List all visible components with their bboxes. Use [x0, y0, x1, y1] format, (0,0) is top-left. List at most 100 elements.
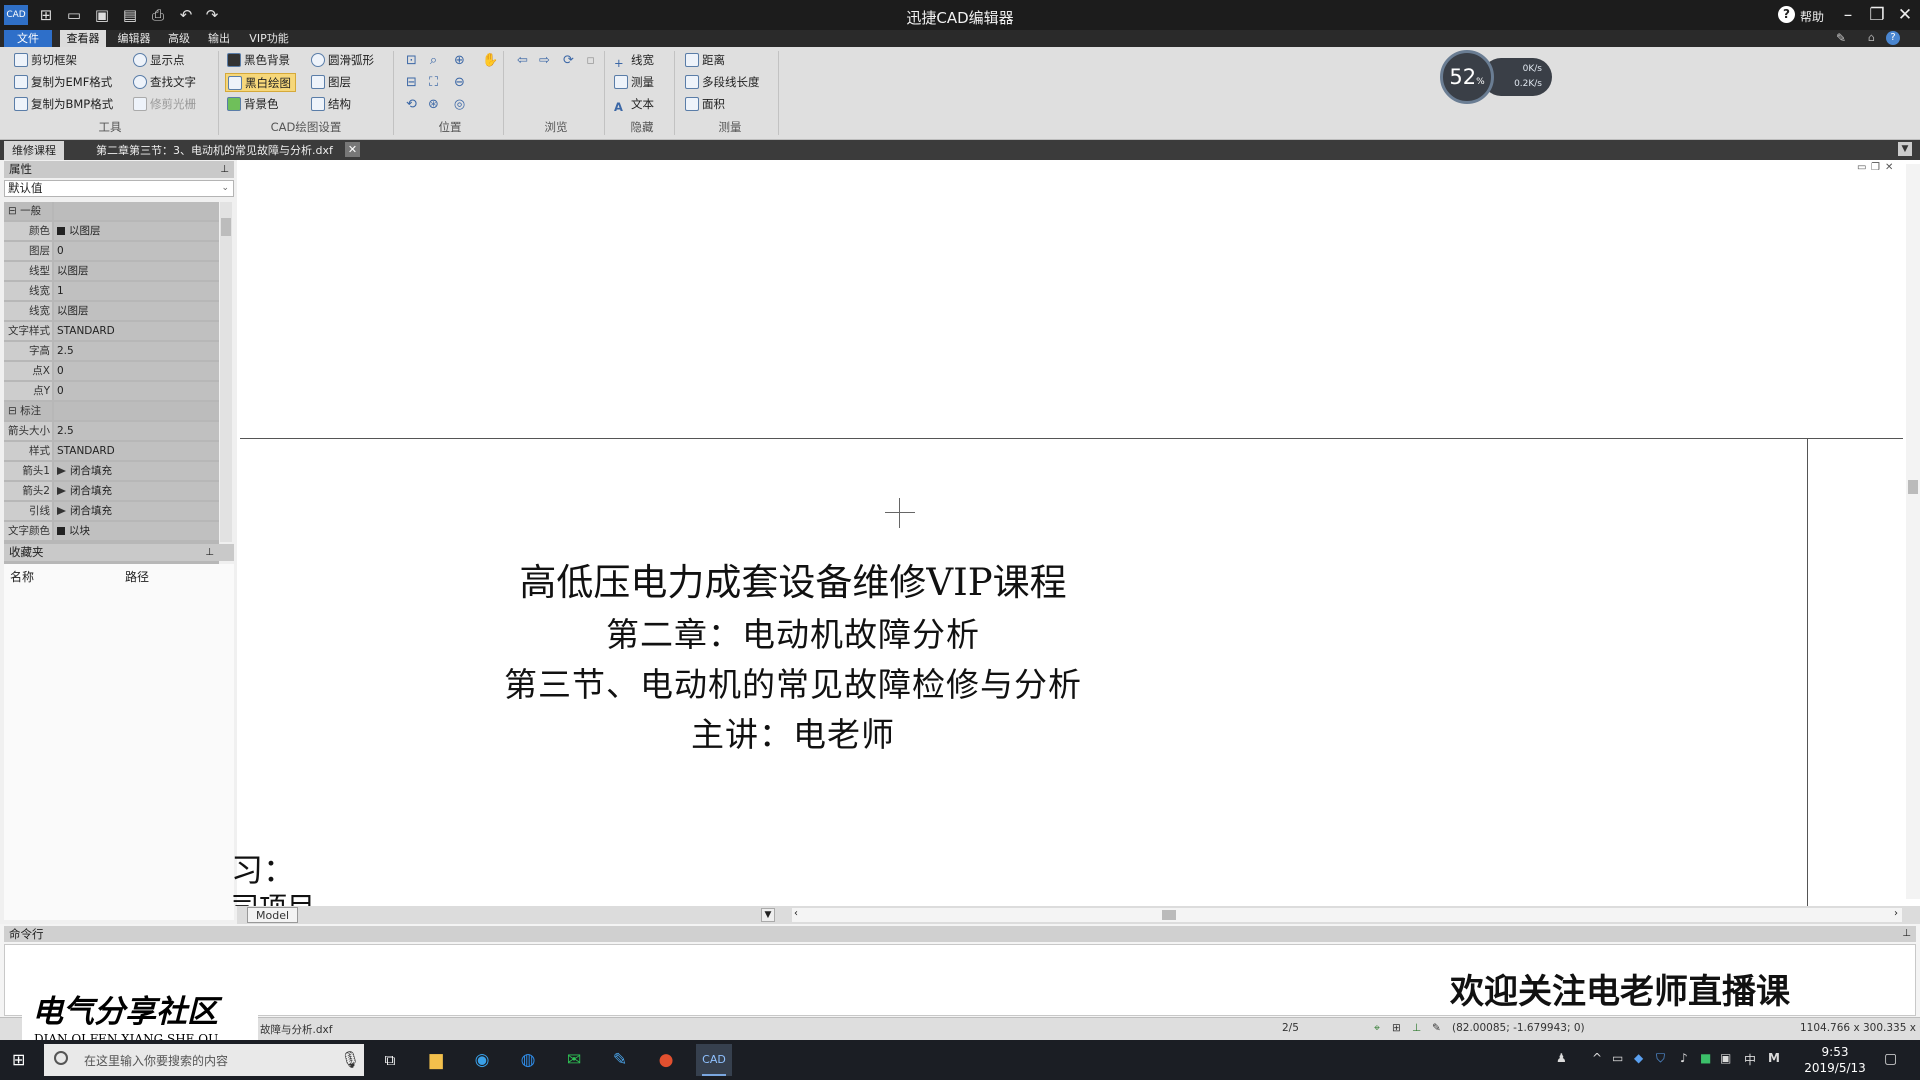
- tab-dxf-file[interactable]: 第二章第三节：3、电动机的常见故障与分析.dxf: [88, 141, 341, 160]
- help-label[interactable]: 帮助: [1800, 8, 1824, 25]
- qq-browser-icon[interactable]: ◍: [510, 1044, 546, 1076]
- cad-app-icon[interactable]: CAD: [696, 1044, 732, 1076]
- browser-icon[interactable]: ◉: [464, 1044, 500, 1076]
- drawing-canvas[interactable]: ▭ ❐ ✕ 高低压电力成套设备维修VIP课程 第二章：电动机故障分析 第三节、电…: [231, 160, 1920, 908]
- property-row[interactable]: 图层 0: [4, 242, 219, 260]
- black-white-drawing-button[interactable]: 黑白绘图: [225, 73, 296, 92]
- help-icon[interactable]: ?: [1778, 6, 1795, 23]
- pan-hand-icon[interactable]: ✋: [482, 53, 498, 68]
- grid-icon[interactable]: ⊞: [1392, 1022, 1401, 1034]
- pin-icon[interactable]: ⊥: [1902, 926, 1911, 942]
- browse-extra-icon[interactable]: ▫: [583, 53, 598, 68]
- menu-viewer[interactable]: 查看器: [60, 30, 106, 47]
- tab-course[interactable]: 维修课程: [4, 141, 64, 160]
- back-arrow-icon[interactable]: ⇦: [515, 53, 530, 68]
- mdi-restore-icon[interactable]: ❐: [1871, 162, 1880, 173]
- polyline-length-button[interactable]: 多段线长度: [685, 73, 760, 92]
- property-row[interactable]: 箭头1 闭合填充: [4, 462, 219, 480]
- scroll-thumb[interactable]: [1908, 480, 1918, 494]
- tray-green-icon[interactable]: ■: [1700, 1051, 1711, 1065]
- forward-arrow-icon[interactable]: ⇨: [537, 53, 552, 68]
- property-row[interactable]: 颜色 以图层: [4, 222, 219, 240]
- black-background-button[interactable]: 黑色背景: [227, 51, 290, 70]
- about-icon[interactable]: ?: [1886, 31, 1900, 45]
- scroll-thumb[interactable]: [221, 218, 231, 236]
- property-row[interactable]: 点Y 0: [4, 382, 219, 400]
- show-points-button[interactable]: 显示点: [133, 51, 185, 70]
- scroll-right-icon[interactable]: ›: [1894, 908, 1898, 919]
- rotate-view-icon[interactable]: ⟲: [404, 97, 419, 112]
- menu-file[interactable]: 文件: [4, 30, 52, 47]
- background-color-button[interactable]: 背景色: [227, 95, 279, 114]
- windows-start-icon[interactable]: ⊞: [12, 1050, 25, 1069]
- menu-advanced[interactable]: 高级: [162, 30, 196, 47]
- ime-mode-icon[interactable]: M: [1768, 1051, 1780, 1065]
- distance-button[interactable]: 距离: [685, 51, 725, 70]
- horizontal-scrollbar[interactable]: ‹ ›: [792, 908, 1902, 922]
- tab-model[interactable]: Model: [247, 907, 299, 923]
- snap-icon[interactable]: ⌖: [1374, 1022, 1380, 1035]
- property-row[interactable]: 字高 2.5: [4, 342, 219, 360]
- task-view-icon[interactable]: ⧉: [372, 1044, 408, 1076]
- ribbon-style-icon[interactable]: ✎: [1836, 31, 1846, 45]
- zoom-out-icon[interactable]: ⊖: [452, 75, 467, 90]
- copy-bmp-button[interactable]: 复制为BMP格式: [14, 95, 113, 114]
- polar-icon[interactable]: ✎: [1432, 1022, 1441, 1034]
- property-row[interactable]: 箭头2 闭合填充: [4, 482, 219, 500]
- scroll-thumb[interactable]: [1162, 910, 1176, 920]
- property-category[interactable]: ⊟ 一般: [4, 202, 219, 220]
- find-text-button[interactable]: 查找文字: [133, 73, 196, 92]
- volume-icon[interactable]: ♪: [1680, 1051, 1688, 1065]
- tray-expand-icon[interactable]: ^: [1592, 1051, 1602, 1065]
- taskbar-clock-date[interactable]: 2019/5/13: [1795, 1061, 1875, 1075]
- pin-icon[interactable]: ⊥: [205, 544, 214, 561]
- property-row[interactable]: 线型 以图层: [4, 262, 219, 280]
- zoom-previous-icon[interactable]: ⊟: [404, 75, 419, 90]
- taskbar-clock-time[interactable]: 9:53: [1795, 1045, 1875, 1059]
- ribbon-collapse-icon[interactable]: ⌂: [1868, 31, 1875, 44]
- security-shield-icon[interactable]: ⛉: [1656, 1051, 1665, 1066]
- mdi-close-icon[interactable]: ✕: [1885, 162, 1893, 173]
- menu-output[interactable]: 输出: [202, 30, 236, 47]
- zoom-in-icon[interactable]: ⊕: [452, 53, 467, 68]
- taskbar-search-box[interactable]: 在这里输入你要搜索的内容 🎙: [44, 1044, 364, 1076]
- tray-device-icon[interactable]: ▭: [1612, 1051, 1623, 1065]
- property-row[interactable]: 线宽 1: [4, 282, 219, 300]
- powerpoint-icon[interactable]: ●: [648, 1044, 684, 1076]
- property-scrollbar[interactable]: [220, 202, 232, 542]
- menu-vip[interactable]: VIP功能: [244, 30, 294, 47]
- tray-app-icon[interactable]: ◆: [1634, 1051, 1643, 1065]
- wechat-icon[interactable]: ✉: [556, 1044, 592, 1076]
- restore-icon[interactable]: ❐: [1864, 4, 1890, 26]
- ime-indicator[interactable]: 中: [1744, 1051, 1756, 1068]
- area-button[interactable]: 面积: [685, 95, 725, 114]
- property-row[interactable]: 文字样式 STANDARD: [4, 322, 219, 340]
- property-row[interactable]: 点X 0: [4, 362, 219, 380]
- property-filter-select[interactable]: 默认值 ⌄: [4, 180, 234, 197]
- orbit-icon[interactable]: ◎: [452, 97, 467, 112]
- measure-toggle-button[interactable]: 测量: [614, 73, 654, 92]
- tab-close-icon[interactable]: ✕: [345, 142, 360, 157]
- text-toggle-button[interactable]: A 文本: [614, 95, 654, 114]
- structure-button[interactable]: 结构: [311, 95, 351, 114]
- property-row[interactable]: 箭头大小 2.5: [4, 422, 219, 440]
- copy-emf-button[interactable]: 复制为EMF格式: [14, 73, 112, 92]
- property-row[interactable]: 线宽 以图层: [4, 302, 219, 320]
- zoom-realtime-icon[interactable]: ⊛: [426, 97, 441, 112]
- property-row[interactable]: 样式 STANDARD: [4, 442, 219, 460]
- pin-icon[interactable]: ⊥: [220, 161, 229, 178]
- property-category[interactable]: ⊟ 标注: [4, 402, 219, 420]
- layers-button[interactable]: 图层: [311, 73, 351, 92]
- notification-icon[interactable]: ▢: [1884, 1051, 1897, 1067]
- people-icon[interactable]: ♟: [1556, 1051, 1567, 1065]
- tools-app-icon[interactable]: ✎: [602, 1044, 638, 1076]
- line-width-button[interactable]: + 线宽: [614, 51, 654, 70]
- vertical-scrollbar[interactable]: [1906, 164, 1920, 899]
- favorites-col-name[interactable]: 名称: [10, 568, 34, 585]
- zoom-window-icon[interactable]: ⌕: [426, 53, 441, 68]
- scroll-left-icon[interactable]: ‹: [794, 908, 798, 919]
- zoom-extents-icon[interactable]: ⊡: [404, 53, 419, 68]
- tab-list-icon[interactable]: ▼: [1898, 142, 1912, 156]
- menu-editor[interactable]: 编辑器: [112, 30, 156, 47]
- cut-frame-button[interactable]: 剪切框架: [14, 51, 77, 70]
